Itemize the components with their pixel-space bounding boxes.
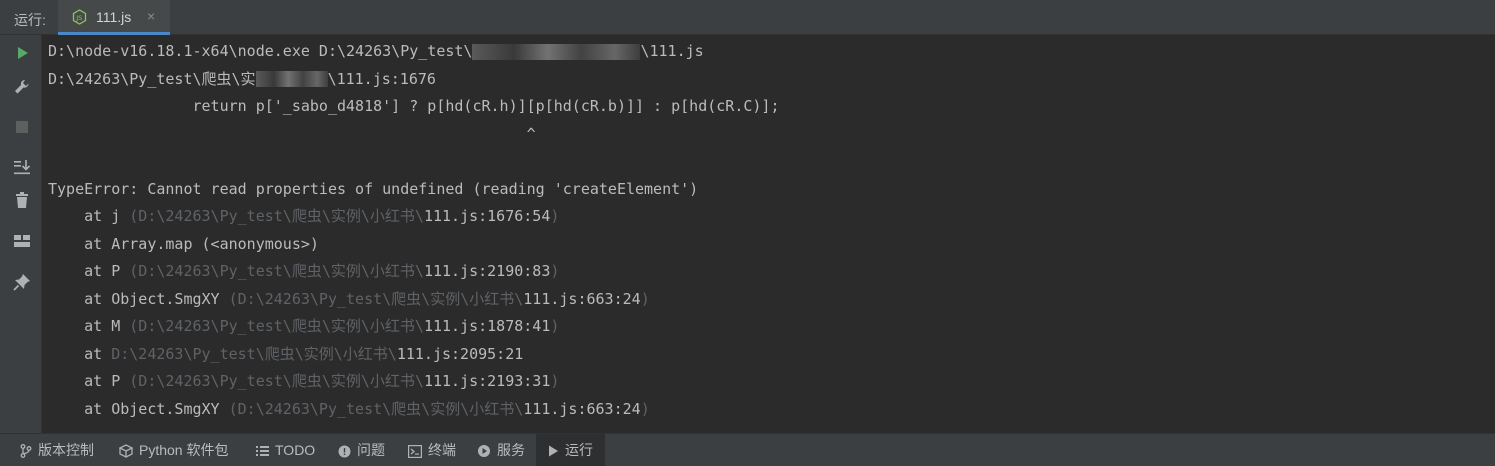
stack-frame: at D:\24263\Py_test\爬虫\实例\小红书\111.js:209… bbox=[48, 344, 524, 363]
branch-icon bbox=[20, 444, 32, 459]
statusbar-item-problems[interactable]: 问题 bbox=[338, 434, 385, 466]
trash-icon[interactable] bbox=[12, 190, 32, 210]
play-icon bbox=[549, 445, 558, 457]
console-output[interactable]: D:\node-v16.18.1-x64\node.exe D:\24263\P… bbox=[48, 38, 1488, 430]
run-icon[interactable] bbox=[12, 43, 32, 63]
info-icon bbox=[338, 445, 351, 458]
file-link[interactable]: 111.js:2095:21 bbox=[397, 345, 523, 363]
caret-line: ^ bbox=[48, 124, 536, 143]
stack-frame: at M (D:\24263\Py_test\爬虫\实例\小红书\111.js:… bbox=[48, 317, 560, 335]
error-message: TypeError: Cannot read properties of und… bbox=[48, 179, 699, 198]
run-toolbar bbox=[0, 35, 42, 433]
run-label: 运行: bbox=[14, 12, 46, 28]
close-icon[interactable]: × bbox=[147, 8, 155, 24]
stack-frame: at j (D:\24263\Py_test\爬虫\实例\小红书\111.js:… bbox=[48, 207, 560, 225]
stack-frame: at Object.SmgXY (D:\24263\Py_test\爬虫\实例\… bbox=[48, 289, 650, 308]
run-tool-window-header: 运行: JS 111.js × bbox=[0, 0, 1495, 35]
file-link[interactable]: 111.js:2193:31 bbox=[424, 372, 550, 390]
file-link[interactable]: 111.js:663:24 bbox=[523, 290, 640, 308]
stack-frame: at P (D:\24263\Py_test\爬虫\实例\小红书\111.js:… bbox=[48, 262, 560, 280]
redacted-text bbox=[472, 43, 641, 60]
svg-text:JS: JS bbox=[75, 14, 82, 22]
file-link[interactable]: 111.js:663:24 bbox=[523, 400, 640, 418]
layout-icon[interactable] bbox=[12, 231, 32, 251]
list-icon bbox=[256, 446, 269, 457]
code-line: return p['_sabo_d4818'] ? p[hd(cR.h)][p[… bbox=[48, 97, 780, 115]
file-link[interactable]: 111.js:1676:54 bbox=[424, 207, 550, 225]
statusbar-item-todo[interactable]: TODO bbox=[256, 434, 315, 466]
statusbar-item-run[interactable]: 运行 bbox=[536, 434, 605, 466]
error-location-line: D:\24263\Py_test\爬虫\实 \111.js:1676 bbox=[48, 69, 436, 88]
stack-frame: at P (D:\24263\Py_test\爬虫\实例\小红书\111.js:… bbox=[48, 372, 560, 390]
statusbar-item-terminal[interactable]: 终端 bbox=[408, 434, 456, 466]
services-icon bbox=[478, 445, 490, 458]
nodejs-icon: JS bbox=[72, 9, 87, 25]
tool-window-bar: 版本控制 Python 软件包 TODO 问题 终端 服务 运行 bbox=[0, 433, 1495, 466]
scroll-to-end-icon[interactable] bbox=[12, 157, 32, 177]
stack-frame: at Array.map (<anonymous>) bbox=[48, 234, 319, 253]
statusbar-item-vcs[interactable]: 版本控制 bbox=[20, 434, 94, 466]
redacted-text bbox=[255, 71, 328, 87]
statusbar-item-python-packages[interactable]: Python 软件包 bbox=[118, 434, 228, 466]
package-icon bbox=[118, 444, 134, 459]
stack-frame: at Object.SmgXY (D:\24263\Py_test\爬虫\实例\… bbox=[48, 399, 650, 418]
tab-111-js[interactable]: JS 111.js × bbox=[58, 0, 170, 35]
file-link[interactable]: 111.js:1878:41 bbox=[424, 317, 550, 335]
statusbar-item-services[interactable]: 服务 bbox=[477, 434, 525, 466]
wrench-icon[interactable] bbox=[12, 77, 32, 97]
stop-icon[interactable] bbox=[12, 117, 32, 137]
file-link[interactable]: 111.js:2190:83 bbox=[424, 262, 550, 280]
terminal-icon bbox=[408, 444, 423, 458]
tab-title: 111.js bbox=[96, 9, 132, 25]
command-line: D:\node-v16.18.1-x64\node.exe D:\24263\P… bbox=[48, 42, 704, 60]
pin-icon[interactable] bbox=[12, 272, 32, 292]
